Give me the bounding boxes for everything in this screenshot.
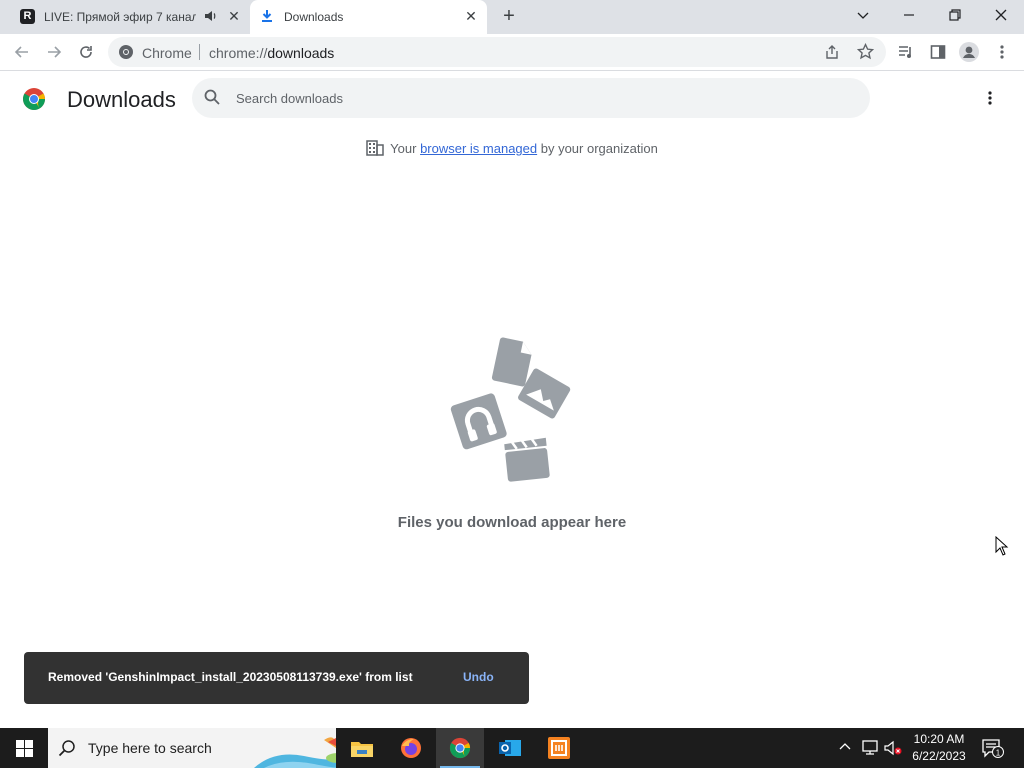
reload-icon[interactable] xyxy=(76,42,96,62)
browser-toolbar: Chrome chrome://downloads xyxy=(0,34,1024,71)
url-scheme: chrome:// xyxy=(209,45,268,61)
file-icon xyxy=(491,337,532,387)
tab-downloads[interactable]: Downloads ✕ xyxy=(250,0,487,34)
app-icon[interactable] xyxy=(535,728,583,768)
audio-icon[interactable] xyxy=(204,9,218,26)
tab-title: Downloads xyxy=(284,10,344,24)
managed-notice: Your browser is managed by your organiza… xyxy=(0,140,1024,159)
search-input[interactable] xyxy=(236,78,836,118)
download-icon xyxy=(260,9,274,26)
video-icon xyxy=(504,437,550,482)
kebab-icon[interactable] xyxy=(992,42,1012,62)
building-icon xyxy=(366,140,384,159)
page-title: Downloads xyxy=(67,87,176,112)
clock-date[interactable]: 6/22/2023 xyxy=(905,749,973,763)
clock-time[interactable]: 10:20 AM xyxy=(905,732,973,746)
undo-button[interactable]: Undo xyxy=(463,670,494,684)
notification-count: 1 xyxy=(996,749,1001,758)
chrome-taskbar-icon[interactable] xyxy=(436,728,484,768)
snackbar-message: Removed 'GenshinImpact_install_202305081… xyxy=(48,670,413,684)
side-panel-icon[interactable] xyxy=(928,42,948,62)
search-box[interactable] xyxy=(192,78,870,118)
chrome-icon xyxy=(22,87,46,116)
outlook-icon[interactable] xyxy=(486,728,534,768)
divider xyxy=(199,44,200,60)
taskbar-search[interactable]: Type here to search xyxy=(48,728,336,768)
chevron-up-icon[interactable] xyxy=(838,740,852,759)
firefox-icon[interactable] xyxy=(387,728,435,768)
file-explorer-icon[interactable] xyxy=(338,728,386,768)
close-icon[interactable] xyxy=(978,0,1024,30)
search-highlight-image xyxy=(254,728,336,768)
site-chip[interactable]: Chrome xyxy=(142,45,192,61)
cursor-icon xyxy=(995,536,1009,556)
address-bar[interactable]: Chrome chrome://downloads xyxy=(108,37,886,67)
star-icon[interactable] xyxy=(856,42,875,65)
chrome-icon[interactable] xyxy=(118,44,134,65)
volume-muted-icon[interactable] xyxy=(884,740,902,761)
chevron-down-icon[interactable] xyxy=(840,0,886,30)
taskbar-search-placeholder: Type here to search xyxy=(88,740,212,756)
windows-start-icon[interactable] xyxy=(0,728,48,768)
search-icon xyxy=(58,739,76,762)
forward-icon[interactable] xyxy=(44,42,64,62)
tab-title: LIVE: Прямой эфир 7 канал xyxy=(44,10,196,24)
url-host: downloads xyxy=(267,45,335,61)
network-icon[interactable] xyxy=(862,740,880,761)
url-text[interactable]: chrome://downloads xyxy=(209,45,334,61)
snackbar: Removed 'GenshinImpact_install_202305081… xyxy=(24,652,529,704)
tab-live[interactable]: R LIVE: Прямой эфир 7 канал ✕ xyxy=(8,0,248,34)
search-icon xyxy=(204,89,220,110)
managed-link[interactable]: browser is managed xyxy=(420,141,537,156)
close-icon[interactable]: ✕ xyxy=(463,8,479,24)
restore-icon[interactable] xyxy=(932,0,978,30)
close-icon[interactable]: ✕ xyxy=(226,8,242,24)
back-icon[interactable] xyxy=(12,42,32,62)
media-icon[interactable] xyxy=(896,42,916,62)
managed-suffix: by your organization xyxy=(537,140,658,156)
minimize-icon[interactable] xyxy=(886,0,932,30)
plus-icon[interactable]: + xyxy=(499,6,519,26)
taskbar: Type here to search 10:20 AM 6/22/2023 1 xyxy=(0,728,1024,768)
managed-prefix: Your xyxy=(390,140,421,156)
empty-downloads-illustration xyxy=(450,337,571,482)
r-app-icon: R xyxy=(20,9,35,24)
audio-file-icon xyxy=(450,393,507,450)
downloads-header: Downloads xyxy=(0,72,1024,126)
tab-strip: R LIVE: Прямой эфир 7 канал ✕ Downloads … xyxy=(0,0,1024,34)
share-icon[interactable] xyxy=(824,44,840,65)
empty-state-message: Files you download appear here xyxy=(397,514,627,531)
profile-icon[interactable] xyxy=(959,42,979,62)
notification-icon[interactable]: 1 xyxy=(982,738,1004,763)
kebab-icon[interactable] xyxy=(980,88,1000,108)
